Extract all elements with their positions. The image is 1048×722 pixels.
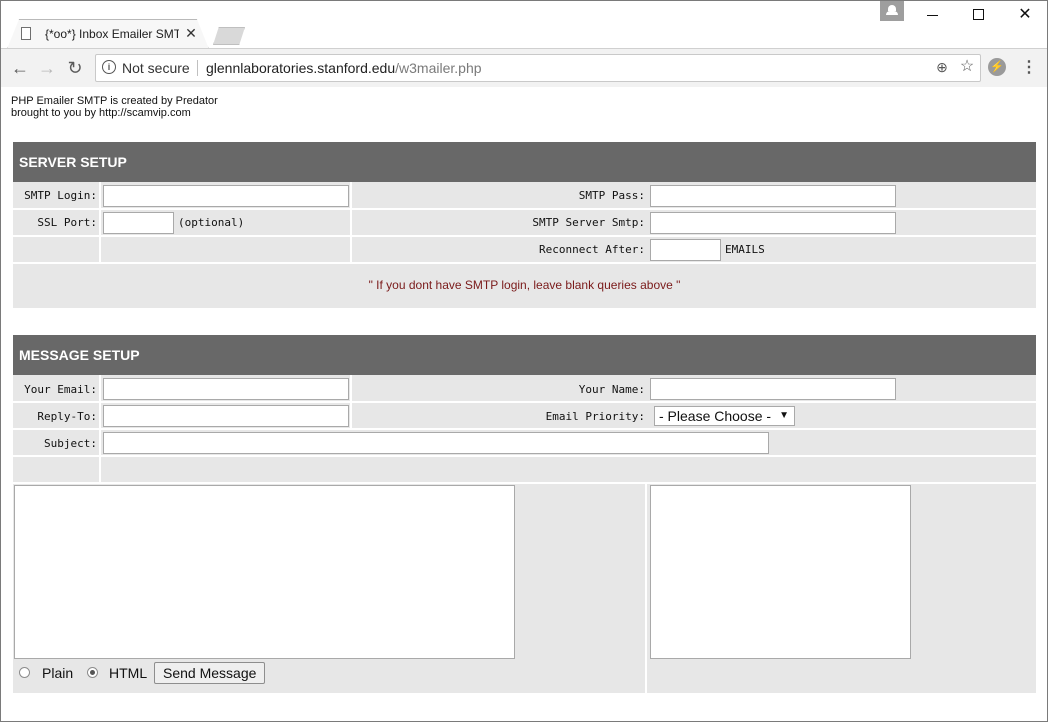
url-path: /w3mailer.php [395,60,482,76]
server-setup-header: SERVER SETUP [13,142,1036,182]
credit-line-1: PHP Emailer SMTP is created by Predator [11,95,218,107]
your-name-label: Your Name: [578,383,645,396]
smtp-pass-label: SMTP Pass: [578,189,645,202]
dropdown-arrow-icon: ▼ [779,410,789,421]
server-setup-title: SERVER SETUP [19,154,127,170]
maximize-button[interactable] [967,5,991,25]
minimize-button[interactable] [921,5,945,25]
plain-format-label: Plain [42,665,74,681]
smtp-pass-input[interactable] [650,185,896,207]
column-divider [350,182,352,262]
smtp-login-label: SMTP Login: [24,189,97,202]
browser-window: {*oo*} Inbox Emailer SMTP ✕ ✕ ← → ↻ i No… [0,0,1048,722]
tab-title[interactable]: {*oo*} Inbox Emailer SMTP [45,27,179,43]
zoom-icon[interactable]: ⊕ [934,59,950,75]
column-divider [99,375,101,482]
subject-input[interactable] [103,432,769,454]
html-format-label: HTML [109,665,148,681]
url-host: glennlaboratories.stanford.edu [206,60,396,76]
bookmark-star-icon[interactable]: ☆ [958,58,976,76]
browser-toolbar: ← → ↻ i Not secure glennlaboratories.sta… [1,48,1047,88]
page-icon [21,27,31,40]
row-divider [13,455,1036,457]
row-divider [13,401,1036,403]
credit-text: PHP Emailer SMTP is created by Predator … [11,95,218,119]
row-divider [13,262,1036,264]
close-window-button[interactable]: ✕ [1013,5,1037,25]
profile-icon[interactable] [880,1,904,21]
url-text[interactable]: glennlaboratories.stanford.edu/w3mailer.… [206,60,482,76]
smtp-server-label: SMTP Server Smtp: [532,216,645,229]
email-priority-value: - Please Choose - [659,408,772,424]
your-email-label: Your Email: [24,383,97,396]
address-bar[interactable]: i Not secure glennlaboratories.stanford.… [95,54,981,82]
address-divider [197,60,198,76]
row-divider [13,208,1036,210]
reconnect-label: Reconnect After: [539,243,645,256]
plain-format-radio[interactable] [19,667,30,678]
send-message-button[interactable]: Send Message [154,662,266,684]
reply-to-input[interactable] [103,405,349,427]
ssl-port-input[interactable] [103,212,174,234]
message-setup-header: MESSAGE SETUP [13,335,1036,375]
reload-icon[interactable]: ↻ [65,58,85,78]
your-email-input[interactable] [103,378,349,400]
column-divider [645,484,647,693]
column-divider [99,182,101,262]
email-list-textarea[interactable] [650,485,911,659]
reconnect-input[interactable] [650,239,721,261]
subject-label: Subject: [44,437,97,450]
reply-to-label: Reply-To: [37,410,97,423]
your-name-input[interactable] [650,378,896,400]
extension-icon[interactable]: ⚡ [988,58,1006,76]
email-priority-select[interactable]: - Please Choose - ▼ [654,406,795,426]
message-setup-title: MESSAGE SETUP [19,347,140,363]
email-priority-label: Email Priority: [545,410,645,423]
reconnect-unit: EMAILS [725,243,765,256]
page-content: PHP Emailer SMTP is created by Predator … [1,87,1047,721]
security-label[interactable]: Not secure [122,60,190,76]
smtp-server-input[interactable] [650,212,896,234]
row-divider [13,428,1036,430]
menu-icon[interactable]: ⋮ [1021,58,1037,78]
close-tab-icon[interactable]: ✕ [184,25,198,41]
ssl-port-label: SSL Port: [37,216,97,229]
row-divider [13,235,1036,237]
message-body-textarea[interactable] [14,485,515,659]
info-icon[interactable]: i [102,60,116,74]
column-divider [350,375,352,429]
back-arrow-icon[interactable]: ← [10,58,30,78]
smtp-login-input[interactable] [103,185,349,207]
new-tab-button[interactable] [213,27,245,45]
credit-line-2: brought to you by http://scamvip.com [11,107,191,119]
html-format-radio[interactable] [87,667,98,678]
forward-arrow-icon[interactable]: → [37,58,57,78]
smtp-note: " If you dont have SMTP login, leave bla… [368,278,681,292]
title-bar: {*oo*} Inbox Emailer SMTP ✕ ✕ [1,1,1047,49]
ssl-port-hint: (optional) [178,216,245,229]
row-divider [13,482,1036,484]
